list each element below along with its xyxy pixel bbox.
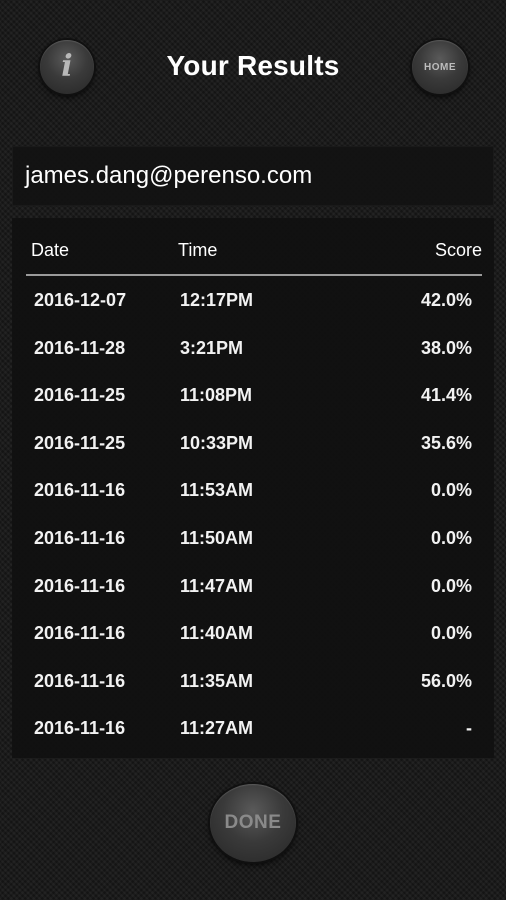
done-button-label: DONE: [224, 812, 282, 833]
row-score: -: [466, 718, 472, 739]
row-date: 2016-11-16: [34, 718, 126, 739]
home-button[interactable]: HOME: [412, 40, 468, 94]
row-score: 0.0%: [430, 527, 472, 548]
row-date: 2016-11-16: [34, 527, 126, 548]
row-time: 11:47AM: [180, 575, 254, 596]
table-row[interactable]: 2016-11-16 11:50AM 0.0%: [26, 516, 482, 564]
column-header-score: Score: [434, 240, 482, 260]
table-row[interactable]: 2016-11-25 11:08PM 41.4%: [26, 373, 482, 421]
row-time: 11:50AM: [180, 527, 254, 548]
row-time: 12:17PM: [180, 290, 254, 310]
row-score: 41.4%: [420, 385, 472, 406]
row-time: 11:27AM: [180, 718, 254, 739]
table-row[interactable]: 2016-11-25 10:33PM 35.6%: [26, 421, 482, 469]
row-time: 11:53AM: [180, 480, 254, 501]
email-bar: james.dang@perenso.com: [12, 146, 494, 206]
row-date: 2016-12-07: [34, 290, 127, 310]
row-date: 2016-11-25: [34, 385, 126, 406]
row-score: 38.0%: [420, 337, 472, 358]
table-row[interactable]: 2016-12-07 12:17PM 42.0%: [26, 278, 482, 326]
table-body: 2016-12-07 12:17PM 42.0% 2016-11-28 3:21…: [26, 278, 482, 754]
column-header-time: Time: [178, 240, 218, 260]
row-score: 0.0%: [430, 623, 472, 644]
row-date: 2016-11-25: [34, 432, 126, 453]
table-row[interactable]: 2016-11-28 3:21PM 38.0%: [26, 326, 482, 374]
table-row[interactable]: 2016-11-16 11:47AM 0.0%: [26, 564, 482, 612]
table-row[interactable]: 2016-11-16 11:27AM -: [26, 706, 482, 754]
home-button-label: HOME: [424, 61, 456, 73]
row-time: 10:33PM: [180, 432, 254, 453]
column-header-date: Date: [31, 240, 70, 260]
row-score: 0.0%: [430, 575, 472, 596]
row-score: 56.0%: [420, 670, 472, 691]
table-row[interactable]: 2016-11-16 11:40AM 0.0%: [26, 611, 482, 659]
row-time: 11:08PM: [180, 385, 253, 406]
row-score: 35.6%: [420, 432, 472, 453]
row-time: 11:35AM: [180, 670, 254, 691]
table-row[interactable]: 2016-11-16 11:35AM 56.0%: [26, 659, 482, 707]
table-row[interactable]: 2016-11-16 11:53AM 0.0%: [26, 468, 482, 516]
user-email: james.dang@perenso.com: [25, 162, 313, 189]
header-bar: i Your Results HOME: [0, 0, 506, 136]
row-date: 2016-11-16: [34, 575, 126, 596]
row-date: 2016-11-28: [34, 337, 126, 358]
results-table: Date Time Score 2016-12-07 12:17PM 42.0%…: [12, 218, 494, 758]
row-time: 3:21PM: [180, 337, 244, 358]
done-button[interactable]: DONE: [210, 784, 296, 862]
table-header: Date Time Score: [26, 238, 482, 276]
row-score: 42.0%: [420, 290, 472, 310]
row-date: 2016-11-16: [34, 670, 126, 691]
row-time: 11:40AM: [180, 623, 254, 644]
row-date: 2016-11-16: [34, 480, 126, 501]
row-score: 0.0%: [430, 480, 472, 501]
row-date: 2016-11-16: [34, 623, 126, 644]
